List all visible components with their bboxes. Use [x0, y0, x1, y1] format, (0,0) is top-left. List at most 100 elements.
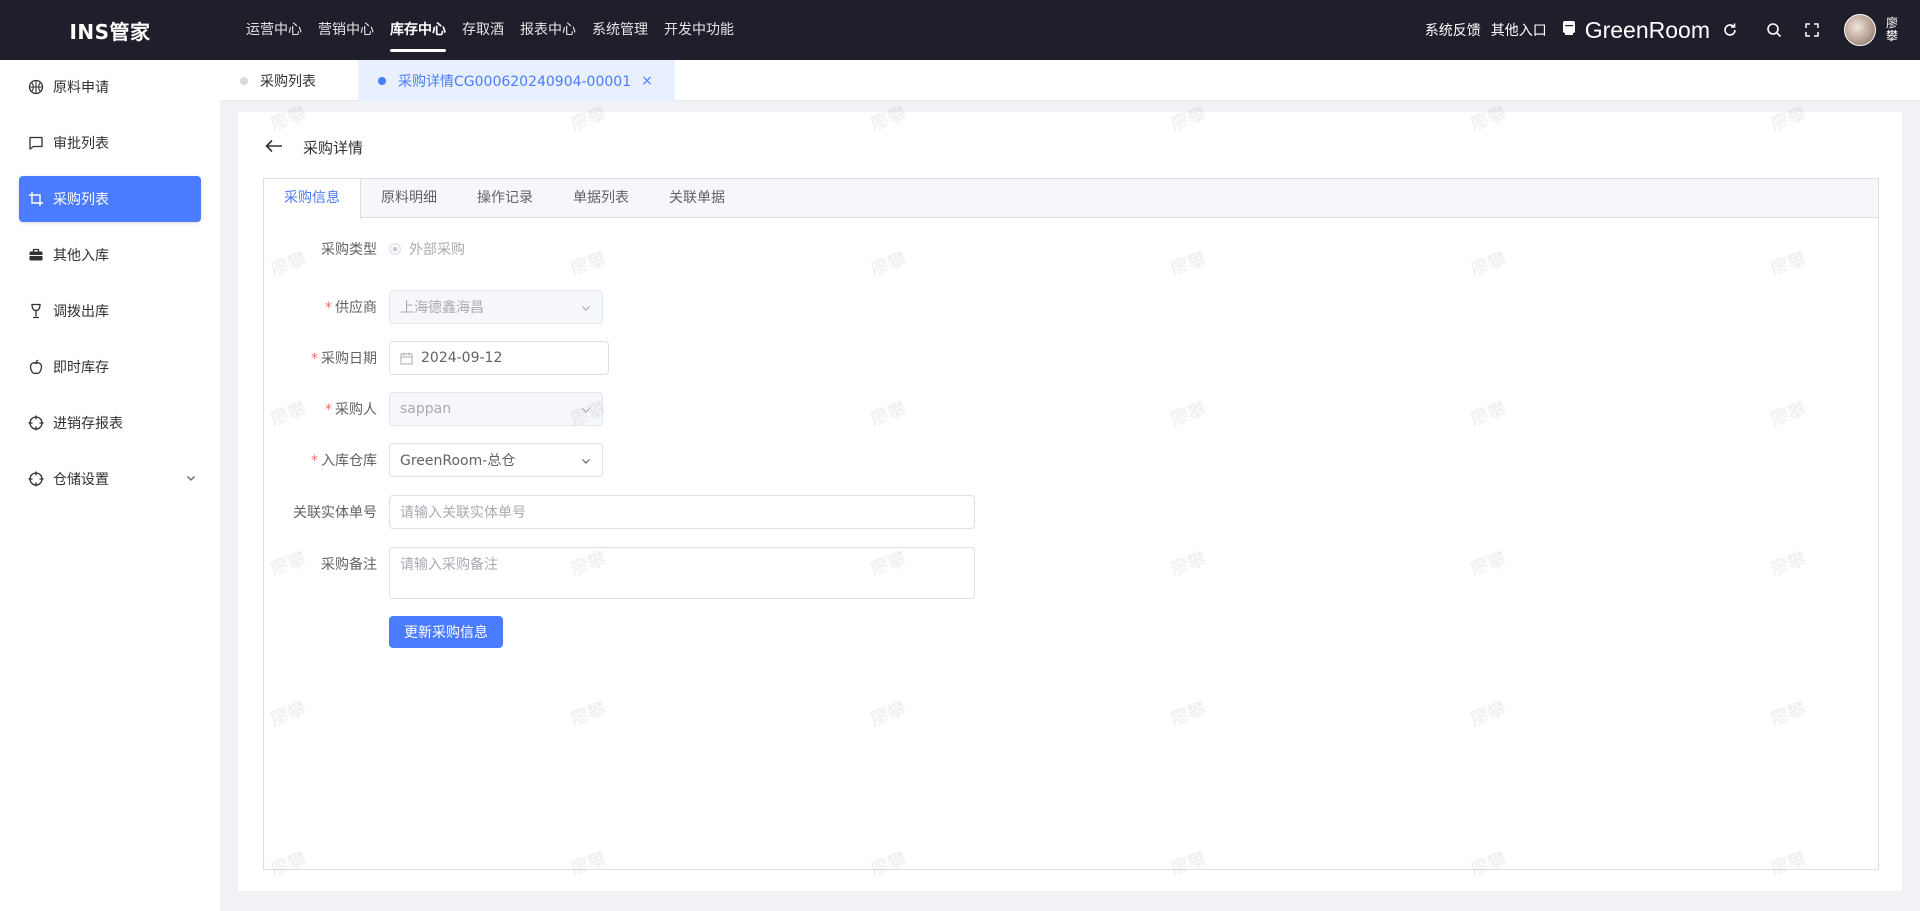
form-row-submit: 更新采购信息 — [264, 616, 503, 648]
app-logo[interactable]: INS管家 — [0, 16, 220, 45]
refresh-icon[interactable] — [1720, 20, 1740, 40]
top-nav-inventory[interactable]: 库存中心 — [390, 0, 446, 60]
purchase-type-label: 采购类型 — [321, 242, 377, 258]
form-row-supplier: * 供应商 上海德鑫海昌 — [264, 290, 603, 324]
store-icon — [1561, 20, 1577, 40]
top-nav-dev-features[interactable]: 开发中功能 — [664, 0, 734, 60]
sidebar-item-label: 审批列表 — [53, 136, 109, 152]
sidebar-item-purchase-list[interactable]: 采购列表 — [19, 176, 201, 222]
buyer-value: sappan — [400, 401, 452, 417]
sidebar-item-label: 调拨出库 — [53, 304, 109, 320]
purchase-type-value: 外部采购 — [409, 242, 465, 258]
detail-card: 采购详情 采购信息 原料明细 操作记录 单据列表 关联单据 采购类型 外部采购 … — [238, 112, 1902, 891]
chevron-down-icon — [580, 404, 592, 420]
page-title: 采购详情 — [303, 139, 364, 157]
top-nav-operations[interactable]: 运营中心 — [246, 0, 302, 60]
apple-icon — [28, 359, 44, 375]
remark-placeholder: 请输入采购备注 — [400, 557, 498, 573]
chat-icon — [28, 135, 44, 151]
sidebar-item-warehouse-settings[interactable]: 仓储设置 — [19, 456, 201, 502]
sidebar-item-other-inbound[interactable]: 其他入库 — [19, 232, 201, 278]
page-tab-purchase-list[interactable]: 采购列表 — [220, 60, 358, 101]
chevron-down-icon — [185, 472, 197, 488]
tab-related-documents[interactable]: 关联单据 — [649, 179, 745, 218]
warehouse-label: * 入库仓库 — [311, 453, 377, 469]
crop-icon — [28, 191, 44, 207]
tab-document-list[interactable]: 单据列表 — [553, 179, 649, 218]
top-bar: INS管家 运营中心 营销中心 库存中心 存取酒 报表中心 系统管理 开发中功能… — [0, 0, 1920, 60]
tab-purchase-info[interactable]: 采购信息 — [264, 179, 361, 219]
store-name: GreenRoom — [1584, 16, 1710, 43]
calendar-icon — [400, 352, 413, 365]
other-entry-link[interactable]: 其他入口 — [1491, 20, 1547, 40]
sidebar: 原料申请 审批列表 采购列表 其他入库 调拨出库 即时库存 进销存报表 仓储设置 — [0, 60, 220, 911]
form-row-remark: 采购备注 请输入采购备注 — [264, 547, 975, 599]
feedback-link[interactable]: 系统反馈 — [1425, 20, 1481, 40]
supplier-value: 上海德鑫海昌 — [400, 300, 484, 316]
purchase-date-label: * 采购日期 — [311, 351, 377, 367]
form-row-purchase-type: 采购类型 外部采购 — [264, 239, 465, 259]
sidebar-item-label: 其他入库 — [53, 248, 109, 264]
sidebar-item-label: 即时库存 — [53, 360, 109, 376]
warehouse-select[interactable]: GreenRoom-总仓 — [389, 443, 603, 477]
sidebar-item-label: 进销存报表 — [53, 416, 123, 432]
goblet-icon — [28, 303, 44, 319]
sidebar-item-label: 原料申请 — [53, 80, 109, 96]
entity-no-label: 关联实体单号 — [293, 505, 377, 521]
detail-tabs-header: 采购信息 原料明细 操作记录 单据列表 关联单据 — [264, 179, 1878, 219]
warehouse-value: GreenRoom-总仓 — [400, 453, 516, 469]
aim-icon — [28, 415, 44, 431]
sidebar-item-label: 仓储设置 — [53, 472, 109, 488]
supplier-select: 上海德鑫海昌 — [389, 290, 603, 324]
detail-tabs-container: 采购信息 原料明细 操作记录 单据列表 关联单据 采购类型 外部采购 * 供应商 … — [263, 178, 1879, 870]
buyer-select: sappan — [389, 392, 603, 426]
basketball-icon — [28, 79, 44, 95]
user-name[interactable]: 廖攀 — [1886, 17, 1900, 43]
entity-no-input[interactable]: 请输入关联实体单号 — [389, 495, 975, 529]
sidebar-item-material-request[interactable]: 原料申请 — [19, 64, 201, 110]
avatar[interactable] — [1844, 14, 1876, 46]
sidebar-item-approval-list[interactable]: 审批列表 — [19, 120, 201, 166]
page-tab-purchase-detail[interactable]: 采购详情CG000620240904-00001 × — [358, 60, 675, 101]
sidebar-item-inventory-report[interactable]: 进销存报表 — [19, 400, 201, 446]
tab-material-details[interactable]: 原料明细 — [361, 179, 457, 218]
supplier-label: * 供应商 — [325, 300, 377, 316]
page-tab-label: 采购详情CG000620240904-00001 — [398, 73, 632, 90]
buyer-label: * 采购人 — [325, 402, 377, 418]
briefcase-icon — [28, 247, 44, 263]
top-nav: 运营中心 营销中心 库存中心 存取酒 报表中心 系统管理 开发中功能 — [246, 0, 750, 60]
tab-operation-log[interactable]: 操作记录 — [457, 179, 553, 218]
radio-circle — [389, 243, 401, 255]
page-header: 采购详情 — [265, 137, 363, 158]
update-purchase-button[interactable]: 更新采购信息 — [389, 616, 503, 648]
form-row-entity-no: 关联实体单号 请输入关联实体单号 — [264, 495, 975, 529]
search-icon[interactable] — [1764, 20, 1784, 40]
fullscreen-icon[interactable] — [1802, 20, 1822, 40]
chevron-down-icon — [580, 302, 592, 318]
top-nav-wine-storage[interactable]: 存取酒 — [462, 0, 504, 60]
purchase-date-value: 2024-09-12 — [421, 350, 503, 366]
chevron-down-icon — [580, 455, 592, 471]
form-row-warehouse: * 入库仓库 GreenRoom-总仓 — [264, 443, 603, 477]
tab-dot — [378, 76, 386, 85]
top-right-actions: 系统反馈 其他入口 GreenRoom 廖攀 — [1425, 0, 1920, 60]
top-nav-system[interactable]: 系统管理 — [592, 0, 648, 60]
purchase-date-picker[interactable]: 2024-09-12 — [389, 341, 609, 375]
remark-textarea[interactable]: 请输入采购备注 — [389, 547, 975, 599]
sidebar-item-instant-stock[interactable]: 即时库存 — [19, 344, 201, 390]
form-row-buyer: * 采购人 sappan — [264, 392, 603, 426]
tab-dot — [240, 76, 248, 85]
aim-icon — [28, 471, 44, 487]
sidebar-item-label: 采购列表 — [53, 192, 109, 208]
close-icon[interactable]: × — [641, 73, 653, 89]
top-nav-marketing[interactable]: 营销中心 — [318, 0, 374, 60]
store-switcher[interactable]: GreenRoom — [1561, 17, 1710, 44]
purchase-type-radio: 外部采购 — [389, 239, 465, 259]
back-arrow-icon[interactable] — [265, 139, 283, 157]
entity-no-placeholder: 请输入关联实体单号 — [400, 505, 526, 521]
sidebar-item-transfer-out[interactable]: 调拨出库 — [19, 288, 201, 334]
page-tab-label: 采购列表 — [260, 73, 316, 90]
remark-label: 采购备注 — [321, 557, 377, 573]
form-row-purchase-date: * 采购日期 2024-09-12 — [264, 341, 609, 375]
top-nav-reports[interactable]: 报表中心 — [520, 0, 576, 60]
